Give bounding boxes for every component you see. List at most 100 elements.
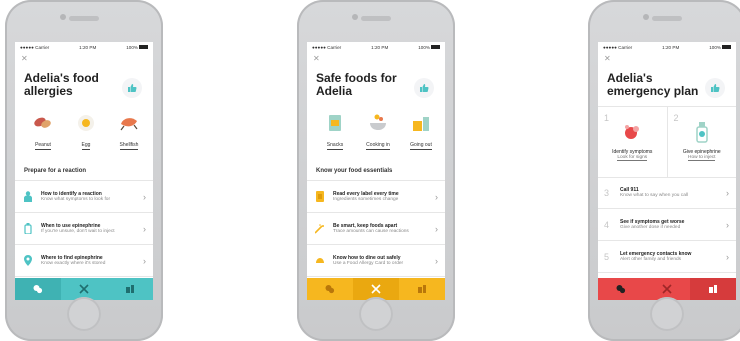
speaker <box>361 16 391 21</box>
location-pin-icon <box>23 255 33 267</box>
chevron-right-icon: › <box>726 252 729 262</box>
status-bar: ●●●●● Carrier 1:20 PM 100% <box>598 42 736 52</box>
peanut-tab-icon <box>325 285 335 294</box>
thumbs-up-button[interactable] <box>705 78 725 98</box>
emergency-kit-icon <box>709 285 717 293</box>
step-list: 3 Call 911 Know what to say when you call… <box>598 177 736 273</box>
allergen-list: Peanut Egg Shellfish <box>23 112 149 150</box>
step-identify-symptoms[interactable]: 1 Identify symptoms Look for signs <box>598 107 667 177</box>
list-item[interactable]: Read every label every time Ingredients s… <box>307 180 445 212</box>
page-title: Adelia's food allergies <box>24 71 99 98</box>
thumbs-up-icon <box>420 84 429 92</box>
battery-icon <box>139 45 148 50</box>
category-going-out[interactable]: Going out <box>401 112 441 150</box>
page-title: Safe foods for Adelia <box>316 71 397 98</box>
row-subtitle: Know what symptoms to look for <box>41 196 111 202</box>
going-out-icon <box>410 112 432 134</box>
tab-emergency[interactable] <box>107 278 153 300</box>
list-item[interactable]: 4 See if symptoms get worse Give another … <box>598 209 736 241</box>
camera <box>643 14 649 20</box>
category-cooking-in[interactable]: Cooking in <box>358 112 398 150</box>
section-heading: Prepare for a reaction <box>24 168 87 174</box>
thumbs-up-button[interactable] <box>414 78 434 98</box>
tab-emergency[interactable] <box>399 278 445 300</box>
label-icon <box>315 191 325 203</box>
signal-icon: ●●●●● <box>603 44 617 50</box>
tab-allergies[interactable] <box>307 278 353 300</box>
step-number: 4 <box>604 219 610 230</box>
allergen-shellfish[interactable]: Shellfish <box>109 112 149 150</box>
fork-knife-icon <box>79 284 89 294</box>
close-icon[interactable]: ✕ <box>21 54 28 63</box>
camera <box>60 14 66 20</box>
row-subtitle: Alert other family and friends <box>620 256 682 262</box>
screen-emergency-plan: ●●●●● Carrier 1:20 PM 100% ✕ Adelia's em… <box>598 42 736 300</box>
row-title: See if symptoms get worse <box>620 218 685 225</box>
close-icon[interactable]: ✕ <box>604 54 611 63</box>
battery-icon <box>722 45 731 50</box>
thumbs-up-button[interactable] <box>122 78 142 98</box>
list-item[interactable]: Know how to dine out safely Use a Food Al… <box>307 244 445 277</box>
row-list: How to identify a reaction Know what symp… <box>15 180 153 277</box>
allergen-peanut[interactable]: Peanut <box>23 112 63 150</box>
step-link[interactable]: Look for signs <box>617 155 648 161</box>
snacks-icon <box>324 112 346 134</box>
home-button[interactable] <box>67 297 101 331</box>
step-give-epinephrine[interactable]: 2 Give epinephrine How to inject <box>666 107 737 177</box>
step-number: 5 <box>604 251 610 262</box>
step-link[interactable]: How to inject <box>688 155 716 161</box>
close-icon[interactable]: ✕ <box>313 54 320 63</box>
list-item[interactable]: When to use epinephrine If you're unsure,… <box>15 212 153 244</box>
tab-allergies[interactable] <box>598 278 644 300</box>
page-title: Adelia's emergency plan <box>607 71 699 98</box>
battery-label: 100% <box>709 44 721 50</box>
clock: 1:20 PM <box>371 44 389 50</box>
allergen-egg[interactable]: Egg <box>66 112 106 150</box>
status-bar: ●●●●● Carrier 1:20 PM 100% <box>307 42 445 52</box>
row-title: Let emergency contacts know <box>620 250 692 257</box>
step-number: 1 <box>604 113 610 123</box>
allergen-label: Peanut <box>35 142 51 150</box>
crumbs-icon <box>315 223 325 235</box>
tab-emergency[interactable] <box>690 278 736 300</box>
category-snacks[interactable]: Snacks <box>315 112 355 150</box>
epinephrine-icon <box>23 223 33 235</box>
allergen-label: Egg <box>81 142 91 150</box>
step-number: 2 <box>673 113 679 123</box>
peanut-icon <box>32 112 54 134</box>
row-subtitle: Know what to say when you call <box>620 192 688 198</box>
home-button[interactable] <box>650 297 684 331</box>
category-list: Snacks Cooking in Going out <box>315 112 441 150</box>
peanut-tab-icon <box>616 285 626 294</box>
tab-allergies[interactable] <box>15 278 61 300</box>
list-item[interactable]: 5 Let emergency contacts know Alert other… <box>598 241 736 273</box>
list-item[interactable]: 3 Call 911 Know what to say when you call… <box>598 177 736 209</box>
chevron-right-icon: › <box>726 220 729 230</box>
row-subtitle: Use a Food Allergy Card to order <box>333 260 404 266</box>
list-item[interactable]: Be smart, keep foods apart Trace amounts … <box>307 212 445 244</box>
section-heading: Know your food essentials <box>316 168 393 174</box>
row-subtitle: If you're unsure, don't wait to inject <box>41 228 115 234</box>
clock: 1:20 PM <box>79 44 97 50</box>
row-subtitle: Trace amounts can cause reactions <box>333 228 409 234</box>
step-number: 3 <box>604 187 610 198</box>
chevron-right-icon: › <box>143 192 146 202</box>
category-label: Snacks <box>326 142 344 150</box>
step-grid: 1 Identify symptoms Look for signs 2 Giv… <box>598 106 736 178</box>
egg-icon <box>75 112 97 134</box>
phone-1: ●●●●● Carrier 1:20 PM 100% ✕ Adelia's fo… <box>5 0 163 341</box>
battery-label: 100% <box>418 44 430 50</box>
chevron-right-icon: › <box>143 256 146 266</box>
chevron-right-icon: › <box>435 192 438 202</box>
fork-knife-icon <box>662 284 672 294</box>
thumbs-up-icon <box>128 84 137 92</box>
battery-icon <box>431 45 440 50</box>
row-subtitle: Ingredients sometimes change <box>333 196 399 202</box>
home-button[interactable] <box>359 297 393 331</box>
list-item[interactable]: Where to find epinephrine Know exactly wh… <box>15 244 153 277</box>
row-list: Read every label every time Ingredients s… <box>307 180 445 277</box>
shellfish-icon <box>118 112 140 134</box>
phone-3: ●●●●● Carrier 1:20 PM 100% ✕ Adelia's em… <box>588 0 740 341</box>
list-item[interactable]: How to identify a reaction Know what symp… <box>15 180 153 212</box>
camera <box>352 14 358 20</box>
